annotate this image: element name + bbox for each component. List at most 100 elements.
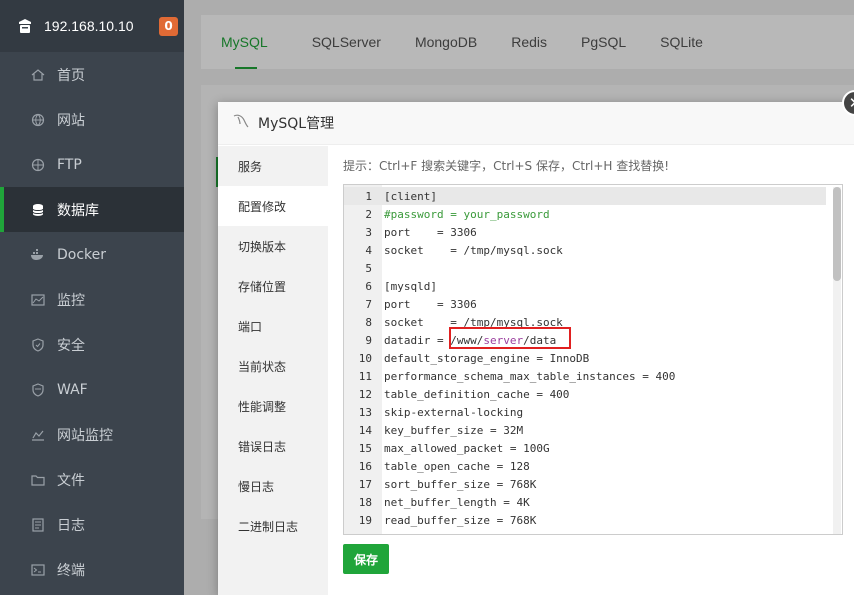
dialog-menu-item[interactable]: 慢日志 — [218, 466, 328, 506]
sidebar-item[interactable]: 网站 — [0, 97, 184, 142]
line-number: 5 — [365, 261, 372, 275]
sidebar-item-label: 数据库 — [57, 202, 99, 219]
dialog-menu-item[interactable]: 存储位置 — [218, 266, 328, 306]
editor-line: 14 key_buffer_size = 32M — [344, 421, 826, 439]
line-number: 18 — [358, 495, 372, 509]
line-number: 9 — [365, 333, 372, 347]
editor-line: 15 max_allowed_packet = 100G — [344, 439, 826, 457]
notification-badge[interactable]: 0 — [159, 16, 178, 36]
shield-icon — [30, 337, 46, 353]
dialog-menu-item[interactable]: 二进制日志 — [218, 506, 328, 546]
line-code: max_allowed_packet = 100G — [384, 441, 550, 455]
dialog-side-menu: 服务 配置修改 切换版本 存储位置 端口 当前状态 性能调整 错误日志 慢日志 二进制日志 — [218, 146, 328, 595]
home-icon — [30, 67, 46, 83]
server-logo-icon — [16, 17, 34, 35]
line-number: 6 — [365, 279, 372, 293]
sidebar: 192.168.10.10 0 首页网站 FTP 数据库 Docker 监控安全 WAF 网… — [0, 0, 184, 595]
sidebar-header: 192.168.10.10 0 — [0, 0, 184, 52]
sidebar-item[interactable]: 数据库 — [0, 187, 184, 232]
sidebar-item[interactable]: 安全 — [0, 322, 184, 367]
line-code: table_open_cache = 128 — [384, 459, 530, 473]
editor-line: 17 sort_buffer_size = 768K — [344, 475, 826, 493]
line-code: skip-external-locking — [384, 405, 524, 419]
waf-icon — [30, 382, 46, 398]
sidebar-item-label: 网站 — [57, 112, 85, 129]
sidebar-item[interactable]: 日志 — [0, 502, 184, 547]
editor-line: 1 [client] — [344, 187, 826, 205]
shortcut-tip: 提示：Ctrl+F 搜索关键字，Ctrl+S 保存，Ctrl+H 查找替换! — [343, 158, 670, 173]
dialog-menu-item[interactable]: 当前状态 — [218, 346, 328, 386]
editor-scrollbar[interactable] — [833, 187, 841, 534]
sidebar-item-label: 网站监控 — [57, 427, 113, 444]
dialog-title: MySQL管理 — [258, 116, 335, 132]
site-monitor-icon — [30, 427, 46, 443]
line-number: 10 — [358, 351, 372, 365]
dialog-menu-item[interactable]: 配置修改 — [218, 186, 328, 226]
editor-line: 11 performance_schema_max_table_instances… — [344, 367, 826, 385]
dialog-menu-item[interactable]: 端口 — [218, 306, 328, 346]
line-code: key_buffer_size = 32M — [384, 423, 524, 437]
editor-line: 9 datadir = /www/server/data — [344, 331, 826, 349]
line-code: default_storage_engine = InnoDB — [384, 351, 590, 365]
line-code: port = 3306 — [384, 297, 477, 311]
sidebar-item-label: WAF — [57, 381, 88, 398]
line-code: [client] — [384, 189, 437, 203]
docker-icon — [30, 247, 46, 263]
dialog-menu-item[interactable]: 服务 — [218, 146, 328, 186]
ftp-icon — [30, 157, 46, 173]
sidebar-item[interactable]: Docker — [0, 232, 184, 277]
sidebar-item-label: 终端 — [57, 562, 85, 579]
config-content: 提示：Ctrl+F 搜索关键字，Ctrl+S 保存，Ctrl+H 查找替换! 1… — [343, 146, 843, 535]
datadir-highlight-box — [449, 327, 571, 349]
editor-line: 18 net_buffer_length = 4K — [344, 493, 826, 511]
sidebar-nav: 首页网站 FTP 数据库 Docker 监控安全 WAF 网站监控文件日志终端 — [0, 52, 184, 592]
dialog-title-bar: MySQL管理 — [218, 102, 854, 145]
editor-line: 4 socket = /tmp/mysql.sock — [344, 241, 826, 259]
dialog-menu-item[interactable]: 错误日志 — [218, 426, 328, 466]
line-number: 17 — [358, 477, 372, 491]
line-code: socket = /tmp/mysql.sock — [384, 243, 563, 257]
line-code: table_definition_cache = 400 — [384, 387, 570, 401]
sidebar-item-label: 文件 — [57, 472, 85, 489]
line-code: performance_schema_max_table_instances =… — [384, 369, 676, 383]
line-number: 1 — [365, 189, 372, 203]
line-number: 4 — [365, 243, 372, 257]
sidebar-item[interactable]: 终端 — [0, 547, 184, 592]
sidebar-item-label: 监控 — [57, 292, 85, 309]
editor-line: 12 table_definition_cache = 400 — [344, 385, 826, 403]
scrollbar-thumb[interactable] — [833, 187, 841, 281]
sidebar-item[interactable]: WAF — [0, 367, 184, 412]
config-editor[interactable]: 1 [client] 2 #password = your_password 3 port… — [343, 184, 843, 535]
line-number: 14 — [358, 423, 372, 437]
dialog-menu-item[interactable]: 性能调整 — [218, 386, 328, 426]
editor-line: 7 port = 3306 — [344, 295, 826, 313]
mysql-dolphin-icon — [232, 113, 250, 133]
dialog-menu-item[interactable]: 切换版本 — [218, 226, 328, 266]
line-code: #password = your_password — [384, 207, 550, 221]
sidebar-item-label: 首页 — [57, 67, 85, 84]
editor-line: 2 #password = your_password — [344, 205, 826, 223]
sidebar-item[interactable]: 监控 — [0, 277, 184, 322]
line-code: sort_buffer_size = 768K — [384, 477, 537, 491]
line-number: 7 — [365, 297, 372, 311]
sidebar-item[interactable]: 首页 — [0, 52, 184, 97]
sidebar-item[interactable]: 文件 — [0, 457, 184, 502]
line-code: [mysqld] — [384, 279, 437, 293]
editor-line: 13 skip-external-locking — [344, 403, 826, 421]
line-code: port = 3306 — [384, 225, 477, 239]
line-code: read_buffer_size = 768K — [384, 513, 537, 527]
log-icon — [30, 517, 46, 533]
editor-line: 10 default_storage_engine = InnoDB — [344, 349, 826, 367]
server-ip[interactable]: 192.168.10.10 — [44, 18, 159, 34]
editor-line: 6 [mysqld] — [344, 277, 826, 295]
editor-line: 8 socket = /tmp/mysql.sock — [344, 313, 826, 331]
sidebar-item[interactable]: FTP — [0, 142, 184, 187]
line-number: 12 — [358, 387, 372, 401]
sidebar-item[interactable]: 网站监控 — [0, 412, 184, 457]
line-number: 8 — [365, 315, 372, 329]
line-code: net_buffer_length = 4K — [384, 495, 530, 509]
sidebar-item-label: FTP — [57, 156, 82, 173]
line-number: 3 — [365, 225, 372, 239]
save-button[interactable]: 保存 — [343, 544, 389, 574]
sidebar-item-label: 安全 — [57, 337, 85, 354]
